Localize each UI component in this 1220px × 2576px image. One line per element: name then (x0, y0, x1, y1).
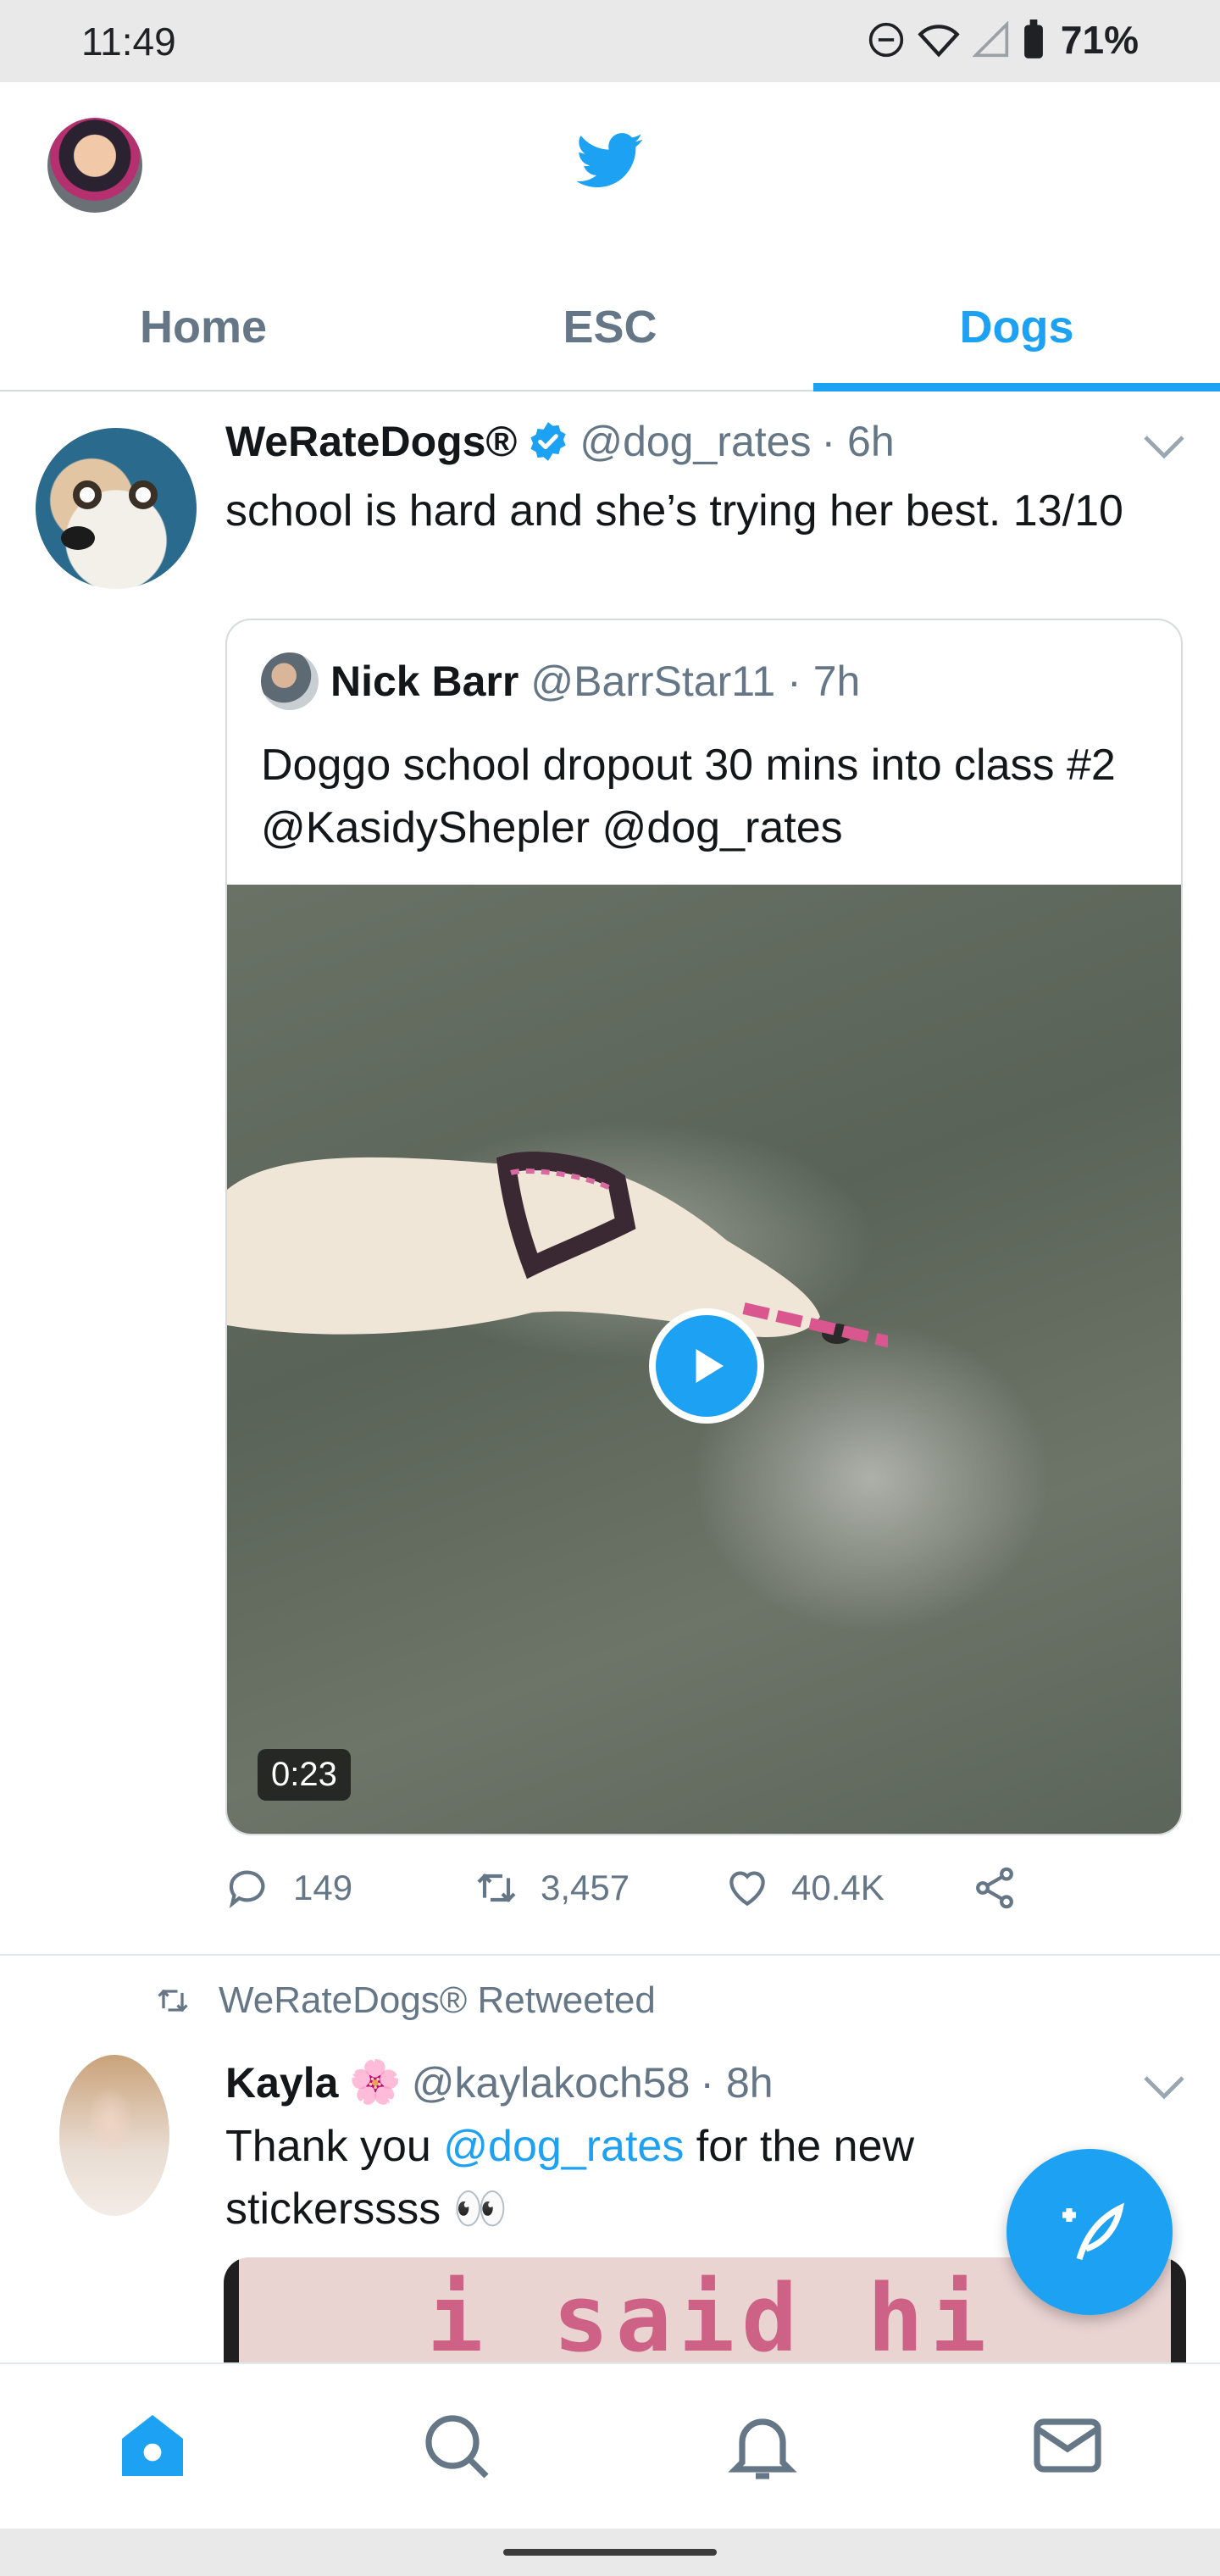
image-caption-text: i said hi (427, 2264, 994, 2373)
notifications-icon[interactable] (722, 2405, 803, 2486)
tweet-actions: 149 3,457 40.4K (225, 1864, 1056, 1932)
tweet-author-name[interactable]: WeRateDogs® (225, 417, 517, 466)
compose-icon (1062, 2202, 1124, 2261)
name-emoji: 🌸 (348, 2058, 402, 2106)
do-not-disturb-icon (868, 22, 904, 58)
play-icon (696, 1349, 724, 1383)
tweet-text: school is hard and she’s trying her best… (225, 486, 1123, 536)
retweet-button[interactable]: 3,457 (473, 1864, 629, 1912)
chevron-down-icon[interactable] (1142, 432, 1186, 463)
mention-link[interactable]: @dog_rates (443, 2122, 684, 2171)
like-icon (729, 1871, 765, 1907)
dog-video-frame (227, 1152, 888, 1348)
video-duration: 0:23 (258, 1749, 351, 1801)
home-gesture-pill[interactable] (503, 2549, 717, 2556)
battery-icon (1024, 19, 1043, 58)
signal-icon (972, 21, 1009, 58)
timeline-tabs: Home ESC Dogs (0, 264, 1220, 391)
tweet-author-avatar[interactable] (36, 428, 197, 589)
quoted-tweet-header: Nick Barr @BarrStar11 · 7h (261, 652, 860, 710)
tab-dogs[interactable]: Dogs (813, 264, 1220, 391)
twitter-bird-icon (576, 133, 643, 187)
video-player[interactable]: 0:23 (227, 885, 1181, 1834)
like-button[interactable]: 40.4K (724, 1864, 884, 1912)
tweet-header: Kayla 🌸 @kaylakoch58 · 8h (225, 2057, 774, 2107)
retweet-icon (477, 1874, 516, 1902)
share-button[interactable] (971, 1864, 1018, 1912)
verified-badge-icon (530, 422, 566, 461)
quoted-author-name: Nick Barr (330, 658, 519, 705)
tweet-author-avatar[interactable] (59, 2055, 169, 2216)
tweet-time: · 6h (821, 418, 895, 465)
play-button[interactable] (649, 1308, 764, 1424)
tweet-time: · 8h (700, 2058, 774, 2107)
tab-esc[interactable]: ESC (407, 264, 813, 390)
quoted-author-avatar (261, 652, 319, 710)
messages-icon[interactable] (1027, 2405, 1108, 2486)
retweet-count: 3,457 (541, 1868, 630, 1907)
status-icons: 71% (868, 17, 1139, 63)
profile-avatar[interactable] (47, 118, 142, 213)
app-header (0, 82, 1220, 264)
tweet-author-handle[interactable]: @dog_rates (580, 417, 811, 466)
status-time: 11:49 (81, 19, 176, 64)
status-bar: 11:49 71% (0, 0, 1220, 82)
search-icon[interactable] (415, 2405, 496, 2486)
home-icon[interactable] (112, 2405, 193, 2486)
tweet-author-handle[interactable]: @kaylakoch58 (412, 2058, 690, 2107)
retweeted-by-label[interactable]: WeRateDogs® Retweeted (219, 1979, 656, 2022)
reply-count: 149 (293, 1868, 353, 1907)
quoted-tweet-card[interactable]: Nick Barr @BarrStar11 · 7h Doggo school … (225, 619, 1183, 1835)
tweet-divider (0, 1954, 1220, 1956)
quoted-tweet-text: Doggo school dropout 30 mins into class … (261, 741, 1116, 852)
chevron-down-icon[interactable] (1142, 2073, 1186, 2103)
wifi-icon (918, 25, 960, 58)
reply-icon (229, 1870, 265, 1909)
share-icon (976, 1867, 1013, 1909)
quoted-tweet-time: · 7h (787, 658, 861, 705)
retweeted-banner: WeRateDogs® Retweeted (154, 1979, 656, 2022)
bottom-nav (0, 2362, 1220, 2529)
like-count: 40.4K (791, 1868, 884, 1907)
tweet-author-name[interactable]: Kayla (225, 2058, 338, 2107)
quoted-author-handle: @BarrStar11 (530, 658, 776, 705)
tweet-text: Thank you @dog_rates for the new sticker… (225, 2122, 915, 2234)
system-nav-bar (0, 2529, 1220, 2576)
compose-tweet-button[interactable] (1006, 2149, 1173, 2315)
reply-button[interactable]: 149 (225, 1864, 352, 1912)
tweet-header: WeRateDogs® @dog_rates · 6h (225, 417, 895, 466)
retweet-icon (158, 1989, 188, 2012)
battery-percent: 71% (1060, 18, 1139, 62)
tab-home[interactable]: Home (0, 264, 407, 390)
